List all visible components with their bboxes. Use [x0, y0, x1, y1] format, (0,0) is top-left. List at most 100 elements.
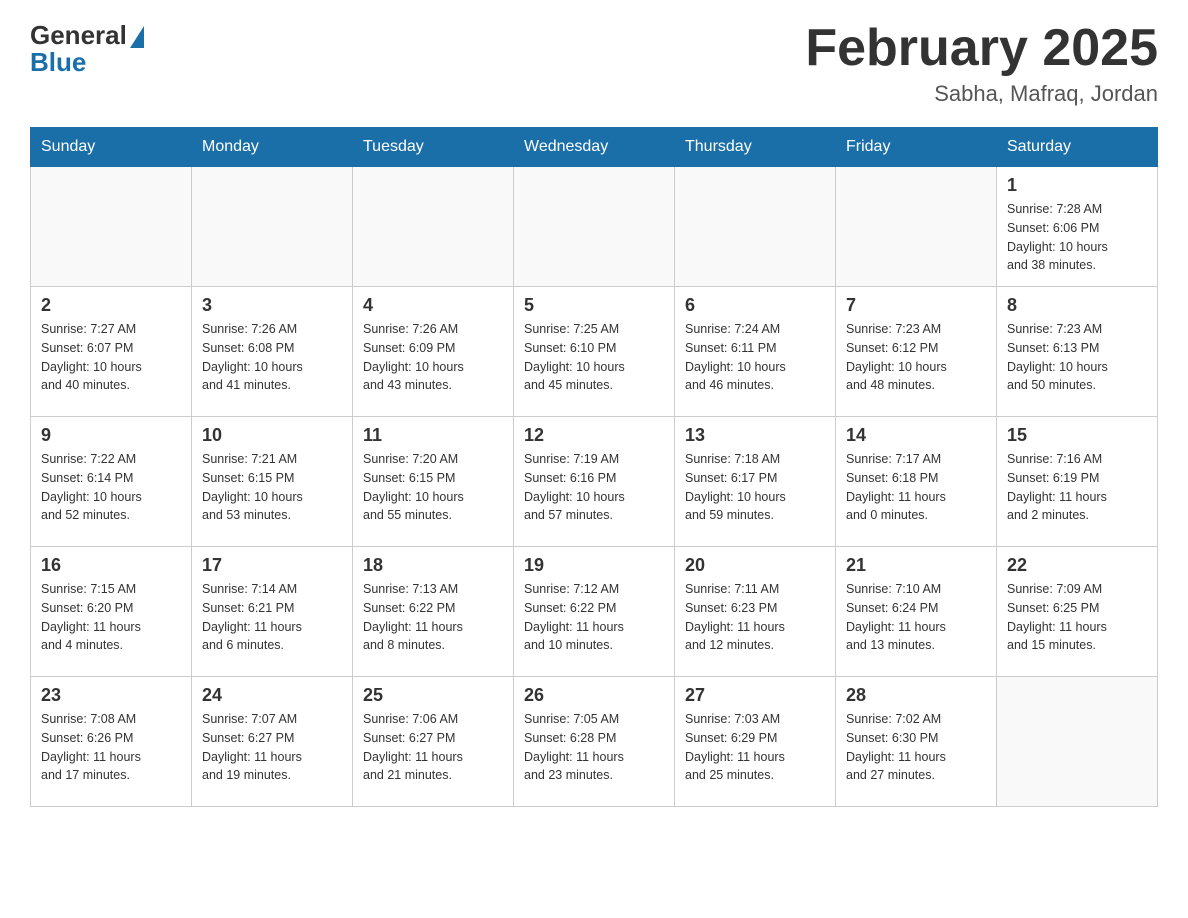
day-number: 10: [202, 425, 342, 446]
calendar-cell: [997, 677, 1158, 807]
weekday-header-saturday: Saturday: [997, 128, 1158, 167]
day-number: 8: [1007, 295, 1147, 316]
day-number: 16: [41, 555, 181, 576]
day-info: Sunrise: 7:26 AM Sunset: 6:09 PM Dayligh…: [363, 320, 503, 395]
day-info: Sunrise: 7:14 AM Sunset: 6:21 PM Dayligh…: [202, 580, 342, 655]
calendar-cell: 5Sunrise: 7:25 AM Sunset: 6:10 PM Daylig…: [514, 287, 675, 417]
calendar-cell: [675, 167, 836, 287]
calendar-cell: 24 Sunrise: 7:07 AM Sunset: 6:27 PM Dayli…: [192, 677, 353, 807]
day-number: 5: [524, 295, 664, 316]
day-info: Sunrise: 7:24 AM Sunset: 6:11 PM Dayligh…: [685, 320, 825, 395]
calendar-cell: 27 Sunrise: 7:03 AM Sunset: 6:29 PM Dayli…: [675, 677, 836, 807]
day-number: 18: [363, 555, 503, 576]
calendar-cell: [192, 167, 353, 287]
day-number: 27: [685, 685, 825, 706]
day-number: 21: [846, 555, 986, 576]
calendar-week-row: 9Sunrise: 7:22 AM Sunset: 6:14 PM Daylig…: [31, 417, 1158, 547]
day-number: 4: [363, 295, 503, 316]
day-info: Sunrise: 7:09 AM Sunset: 6:25 PM Dayligh…: [1007, 580, 1147, 655]
day-number: 1: [1007, 175, 1147, 196]
calendar-cell: [514, 167, 675, 287]
day-info: Sunrise: 7:10 AM Sunset: 6:24 PM Dayligh…: [846, 580, 986, 655]
day-info: Sunrise: 7:07 AM Sunset: 6:27 PM Dayligh…: [202, 710, 342, 785]
calendar-cell: 12 Sunrise: 7:19 AM Sunset: 6:16 PM Dayli…: [514, 417, 675, 547]
calendar-cell: 25 Sunrise: 7:06 AM Sunset: 6:27 PM Dayli…: [353, 677, 514, 807]
weekday-header-thursday: Thursday: [675, 128, 836, 167]
day-number: 20: [685, 555, 825, 576]
logo-triangle-icon: [130, 26, 144, 48]
title-block: February 2025 Sabha, Mafraq, Jordan: [805, 20, 1158, 107]
weekday-header-sunday: Sunday: [31, 128, 192, 167]
calendar-cell: 9Sunrise: 7:22 AM Sunset: 6:14 PM Daylig…: [31, 417, 192, 547]
calendar-cell: 3 Sunrise: 7:26 AM Sunset: 6:08 PM Daylig…: [192, 287, 353, 417]
day-info: Sunrise: 7:21 AM Sunset: 6:15 PM Dayligh…: [202, 450, 342, 525]
day-number: 24: [202, 685, 342, 706]
calendar-cell: 28 Sunrise: 7:02 AM Sunset: 6:30 PM Dayli…: [836, 677, 997, 807]
calendar-week-row: 1 Sunrise: 7:28 AM Sunset: 6:06 PM Daylig…: [31, 167, 1158, 287]
day-number: 26: [524, 685, 664, 706]
calendar-cell: 13 Sunrise: 7:18 AM Sunset: 6:17 PM Dayli…: [675, 417, 836, 547]
day-info: Sunrise: 7:05 AM Sunset: 6:28 PM Dayligh…: [524, 710, 664, 785]
day-number: 2: [41, 295, 181, 316]
day-info: Sunrise: 7:22 AM Sunset: 6:14 PM Dayligh…: [41, 450, 181, 525]
weekday-header-wednesday: Wednesday: [514, 128, 675, 167]
day-number: 14: [846, 425, 986, 446]
day-info: Sunrise: 7:26 AM Sunset: 6:08 PM Dayligh…: [202, 320, 342, 395]
day-number: 19: [524, 555, 664, 576]
logo: General Blue: [30, 20, 144, 78]
calendar-cell: 7 Sunrise: 7:23 AM Sunset: 6:12 PM Daylig…: [836, 287, 997, 417]
calendar-cell: 21 Sunrise: 7:10 AM Sunset: 6:24 PM Dayli…: [836, 547, 997, 677]
day-info: Sunrise: 7:20 AM Sunset: 6:15 PM Dayligh…: [363, 450, 503, 525]
day-info: Sunrise: 7:23 AM Sunset: 6:12 PM Dayligh…: [846, 320, 986, 395]
day-info: Sunrise: 7:23 AM Sunset: 6:13 PM Dayligh…: [1007, 320, 1147, 395]
day-info: Sunrise: 7:15 AM Sunset: 6:20 PM Dayligh…: [41, 580, 181, 655]
calendar-cell: 15Sunrise: 7:16 AM Sunset: 6:19 PM Dayli…: [997, 417, 1158, 547]
calendar-cell: 23 Sunrise: 7:08 AM Sunset: 6:26 PM Dayli…: [31, 677, 192, 807]
calendar-cell: 22 Sunrise: 7:09 AM Sunset: 6:25 PM Dayli…: [997, 547, 1158, 677]
calendar-header-row: SundayMondayTuesdayWednesdayThursdayFrid…: [31, 128, 1158, 167]
calendar-cell: 8 Sunrise: 7:23 AM Sunset: 6:13 PM Daylig…: [997, 287, 1158, 417]
day-info: Sunrise: 7:18 AM Sunset: 6:17 PM Dayligh…: [685, 450, 825, 525]
calendar-cell: 4 Sunrise: 7:26 AM Sunset: 6:09 PM Daylig…: [353, 287, 514, 417]
calendar-cell: 1 Sunrise: 7:28 AM Sunset: 6:06 PM Daylig…: [997, 167, 1158, 287]
calendar-cell: [353, 167, 514, 287]
day-number: 22: [1007, 555, 1147, 576]
calendar-cell: [31, 167, 192, 287]
calendar-week-row: 16 Sunrise: 7:15 AM Sunset: 6:20 PM Dayli…: [31, 547, 1158, 677]
day-info: Sunrise: 7:13 AM Sunset: 6:22 PM Dayligh…: [363, 580, 503, 655]
calendar-cell: 16 Sunrise: 7:15 AM Sunset: 6:20 PM Dayli…: [31, 547, 192, 677]
day-info: Sunrise: 7:12 AM Sunset: 6:22 PM Dayligh…: [524, 580, 664, 655]
calendar-week-row: 2Sunrise: 7:27 AM Sunset: 6:07 PM Daylig…: [31, 287, 1158, 417]
day-info: Sunrise: 7:19 AM Sunset: 6:16 PM Dayligh…: [524, 450, 664, 525]
day-info: Sunrise: 7:16 AM Sunset: 6:19 PM Dayligh…: [1007, 450, 1147, 525]
month-title: February 2025: [805, 20, 1158, 77]
day-number: 11: [363, 425, 503, 446]
calendar-cell: 6 Sunrise: 7:24 AM Sunset: 6:11 PM Daylig…: [675, 287, 836, 417]
day-number: 28: [846, 685, 986, 706]
day-info: Sunrise: 7:08 AM Sunset: 6:26 PM Dayligh…: [41, 710, 181, 785]
day-number: 13: [685, 425, 825, 446]
calendar-cell: 2Sunrise: 7:27 AM Sunset: 6:07 PM Daylig…: [31, 287, 192, 417]
calendar-week-row: 23 Sunrise: 7:08 AM Sunset: 6:26 PM Dayli…: [31, 677, 1158, 807]
calendar-cell: 20 Sunrise: 7:11 AM Sunset: 6:23 PM Dayli…: [675, 547, 836, 677]
day-number: 17: [202, 555, 342, 576]
day-info: Sunrise: 7:11 AM Sunset: 6:23 PM Dayligh…: [685, 580, 825, 655]
day-info: Sunrise: 7:28 AM Sunset: 6:06 PM Dayligh…: [1007, 200, 1147, 275]
day-number: 25: [363, 685, 503, 706]
day-number: 12: [524, 425, 664, 446]
calendar-cell: 11 Sunrise: 7:20 AM Sunset: 6:15 PM Dayli…: [353, 417, 514, 547]
location-subtitle: Sabha, Mafraq, Jordan: [805, 81, 1158, 107]
day-number: 7: [846, 295, 986, 316]
logo-blue-text: Blue: [30, 47, 86, 78]
weekday-header-friday: Friday: [836, 128, 997, 167]
weekday-header-tuesday: Tuesday: [353, 128, 514, 167]
day-info: Sunrise: 7:06 AM Sunset: 6:27 PM Dayligh…: [363, 710, 503, 785]
calendar-cell: 19 Sunrise: 7:12 AM Sunset: 6:22 PM Dayli…: [514, 547, 675, 677]
day-info: Sunrise: 7:02 AM Sunset: 6:30 PM Dayligh…: [846, 710, 986, 785]
day-number: 3: [202, 295, 342, 316]
day-number: 23: [41, 685, 181, 706]
day-info: Sunrise: 7:03 AM Sunset: 6:29 PM Dayligh…: [685, 710, 825, 785]
calendar-cell: 10 Sunrise: 7:21 AM Sunset: 6:15 PM Dayli…: [192, 417, 353, 547]
calendar-table: SundayMondayTuesdayWednesdayThursdayFrid…: [30, 127, 1158, 807]
day-number: 6: [685, 295, 825, 316]
